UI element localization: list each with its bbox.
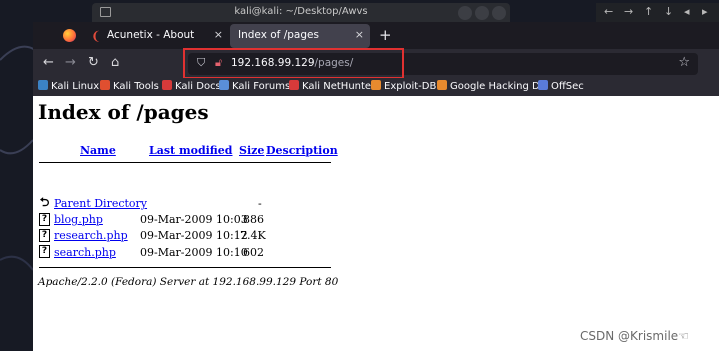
column-last-modified[interactable]: Last modified <box>149 144 233 157</box>
header-divider <box>39 162 331 163</box>
reload-button[interactable]: ↻ <box>88 55 99 70</box>
down-arrow-icon[interactable]: ↓ <box>664 5 673 18</box>
bookmarks-toolbar: Kali Linux Kali Tools Kali Docs Kali For… <box>33 78 719 96</box>
tab-label: Index of /pages <box>238 29 319 41</box>
server-signature: Apache/2.2.0 (Fedora) Server at 192.168.… <box>38 276 339 288</box>
minimize-button[interactable] <box>458 6 472 20</box>
close-window-button[interactable] <box>492 6 506 20</box>
tab-strip: ❨ Acunetix - About × Index of /pages × + <box>33 22 719 49</box>
parent-directory-link[interactable]: Parent Directory <box>54 197 147 210</box>
back-button[interactable]: ← <box>43 55 54 70</box>
bookmark-kali-linux[interactable]: Kali Linux <box>38 80 99 92</box>
bookmark-offsec[interactable]: OffSec <box>538 80 584 92</box>
tab-label: Acunetix - About <box>107 29 195 41</box>
tab-acunetix[interactable]: ❨ Acunetix - About × <box>85 24 229 48</box>
kali-icon <box>38 80 48 90</box>
nethunter-icon <box>289 80 299 90</box>
terminal-titlebar[interactable]: kali@kali: ~/Desktop/Awvs <box>92 3 510 22</box>
column-name[interactable]: Name <box>80 144 116 157</box>
navigation-toolbar: ← → ↻ ⌂ ⛉ 🔓︎ 192.168.99.129/pages/ ☆ <box>33 48 719 79</box>
row-modified: 09-Mar-2009 10:12 <box>140 229 248 242</box>
page-title: Index of /pages <box>38 100 209 124</box>
back-icon: ⮌ <box>39 195 50 210</box>
forward-button[interactable]: → <box>65 55 76 70</box>
kali-tools-icon <box>100 80 110 90</box>
row-size: 602 <box>243 246 264 259</box>
back-arrow-icon[interactable]: ← <box>604 5 613 18</box>
kali-docs-icon <box>162 80 172 90</box>
file-link-search[interactable]: search.php <box>54 246 116 259</box>
tab-index-pages[interactable]: Index of /pages × <box>230 24 370 48</box>
firefox-icon <box>63 29 76 42</box>
file-link-research[interactable]: research.php <box>54 229 128 242</box>
bookmark-ghdb[interactable]: Google Hacking DB <box>437 80 547 92</box>
row-modified: 09-Mar-2009 10:10 <box>140 246 248 259</box>
page-content: Index of /pages Name Last modified Size … <box>33 96 719 351</box>
acunetix-icon: ❨ <box>91 29 102 43</box>
bookmark-kali-forums[interactable]: Kali Forums <box>219 80 290 92</box>
exploit-db-icon <box>371 80 381 90</box>
firefox-window: ❨ Acunetix - About × Index of /pages × +… <box>33 22 719 351</box>
tab-close-icon[interactable]: × <box>355 28 364 41</box>
bookmark-kali-tools[interactable]: Kali Tools <box>100 80 159 92</box>
column-size[interactable]: Size <box>239 144 264 157</box>
firefox-menu[interactable] <box>55 24 85 48</box>
terminal-title: kali@kali: ~/Desktop/Awvs <box>234 6 368 17</box>
forward-arrow-icon[interactable]: → <box>624 5 633 18</box>
file-icon: ? <box>39 245 50 258</box>
ghdb-icon <box>437 80 447 90</box>
file-icon: ? <box>39 229 50 242</box>
kali-forums-icon <box>219 80 229 90</box>
up-arrow-icon[interactable]: ↑ <box>644 5 653 18</box>
csdn-watermark: CSDN @Krismile☜ <box>580 329 689 343</box>
new-tab-button[interactable]: + <box>379 26 392 44</box>
home-button[interactable]: ⌂ <box>111 55 119 70</box>
row-modified: 09-Mar-2009 10:03 <box>140 213 248 226</box>
offsec-icon <box>538 80 548 90</box>
file-icon: ? <box>39 213 50 226</box>
file-link-blog[interactable]: blog.php <box>54 213 103 226</box>
footer-divider <box>39 267 331 268</box>
bookmark-kali-nethunter[interactable]: Kali NetHunter <box>289 80 375 92</box>
file-manager-toolbar: ← → ↑ ↓ ◂ ▸ <box>596 3 719 22</box>
left-arrow-icon[interactable]: ◂ <box>684 5 690 18</box>
bookmark-star-icon[interactable]: ☆ <box>678 55 690 70</box>
url-highlight-box <box>183 48 404 79</box>
bookmark-kali-docs[interactable]: Kali Docs <box>162 80 221 92</box>
row-size: 7.4K <box>240 229 266 242</box>
column-description[interactable]: Description <box>266 144 338 157</box>
maximize-button[interactable] <box>475 6 489 20</box>
row-size: 886 <box>243 213 264 226</box>
bookmark-exploit-db[interactable]: Exploit-DB <box>371 80 436 92</box>
row-size: - <box>258 197 262 210</box>
tab-close-icon[interactable]: × <box>214 28 223 41</box>
right-arrow-icon[interactable]: ▸ <box>702 5 708 18</box>
